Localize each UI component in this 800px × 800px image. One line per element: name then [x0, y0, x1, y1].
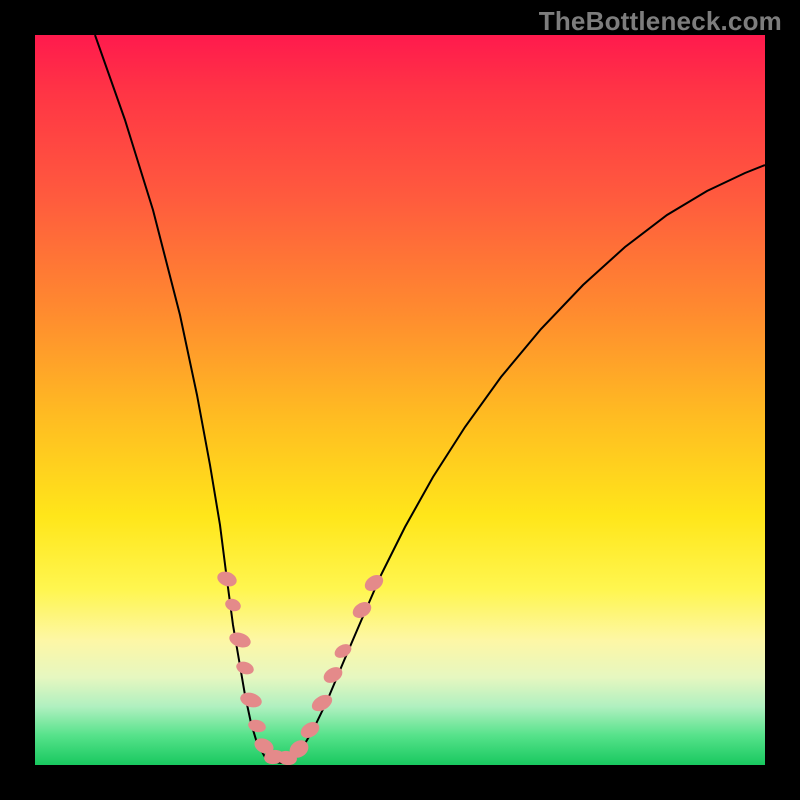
plot-area	[35, 35, 765, 765]
marker-dot	[235, 660, 256, 677]
marker-dot	[215, 569, 239, 589]
marker-dot	[227, 630, 252, 650]
marker-dot	[298, 719, 322, 741]
chart-svg	[35, 35, 765, 765]
marker-dot	[223, 597, 242, 614]
chart-frame: TheBottleneck.com	[0, 0, 800, 800]
watermark-text: TheBottleneck.com	[539, 6, 782, 37]
marker-dot	[238, 690, 263, 710]
bottleneck-curve	[95, 35, 765, 763]
